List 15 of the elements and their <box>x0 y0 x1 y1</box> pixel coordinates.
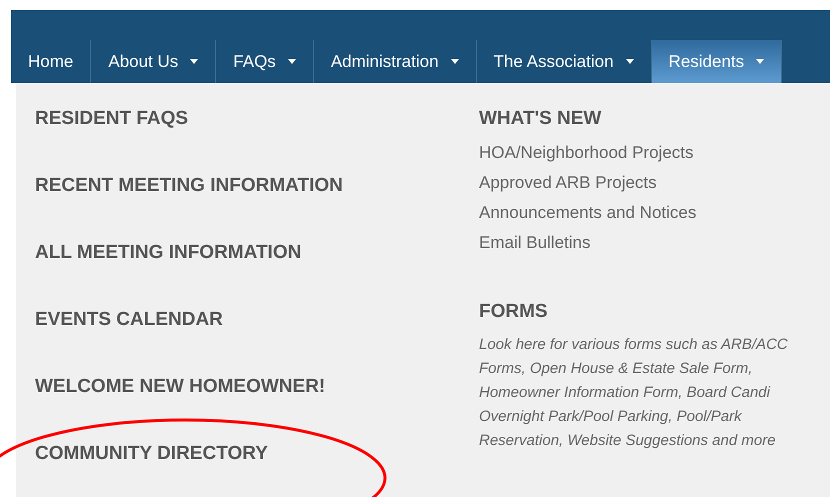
menu-link[interactable]: ALL MEETING INFORMATION <box>35 241 302 265</box>
menu-link[interactable]: RECENT MEETING INFORMATION <box>35 174 343 198</box>
menu-link[interactable]: WELCOME NEW HOMEOWNER! <box>35 375 326 399</box>
nav-tab[interactable]: Residents <box>650 40 782 83</box>
menu-link[interactable]: COMMUNITY DIRECTORY <box>35 442 268 466</box>
section-heading: FORMS <box>479 300 548 324</box>
menu-link[interactable]: Announcements and Notices <box>479 198 696 228</box>
section-heading: WHAT'S NEW <box>479 107 602 131</box>
menu-link[interactable]: Approved ARB Projects <box>479 168 657 198</box>
menu-link[interactable]: RESIDENT FAQS <box>35 107 188 131</box>
forms-description: Look here for various forms such as ARB/ACC Forms, Open House & Estate Sale Form, Homeowner Information Form, Board Candi Overnight Park/Pool Parking, Pool/Park Reservation, Website Suggestions and more <box>479 335 788 451</box>
menu-link[interactable]: HOA/Neighborhood Projects <box>479 138 694 168</box>
menu-link[interactable]: Email Bulletins <box>479 228 590 258</box>
nav-tab[interactable]: Home <box>11 40 90 83</box>
menu-link[interactable]: EVENTS CALENDAR <box>35 308 223 332</box>
